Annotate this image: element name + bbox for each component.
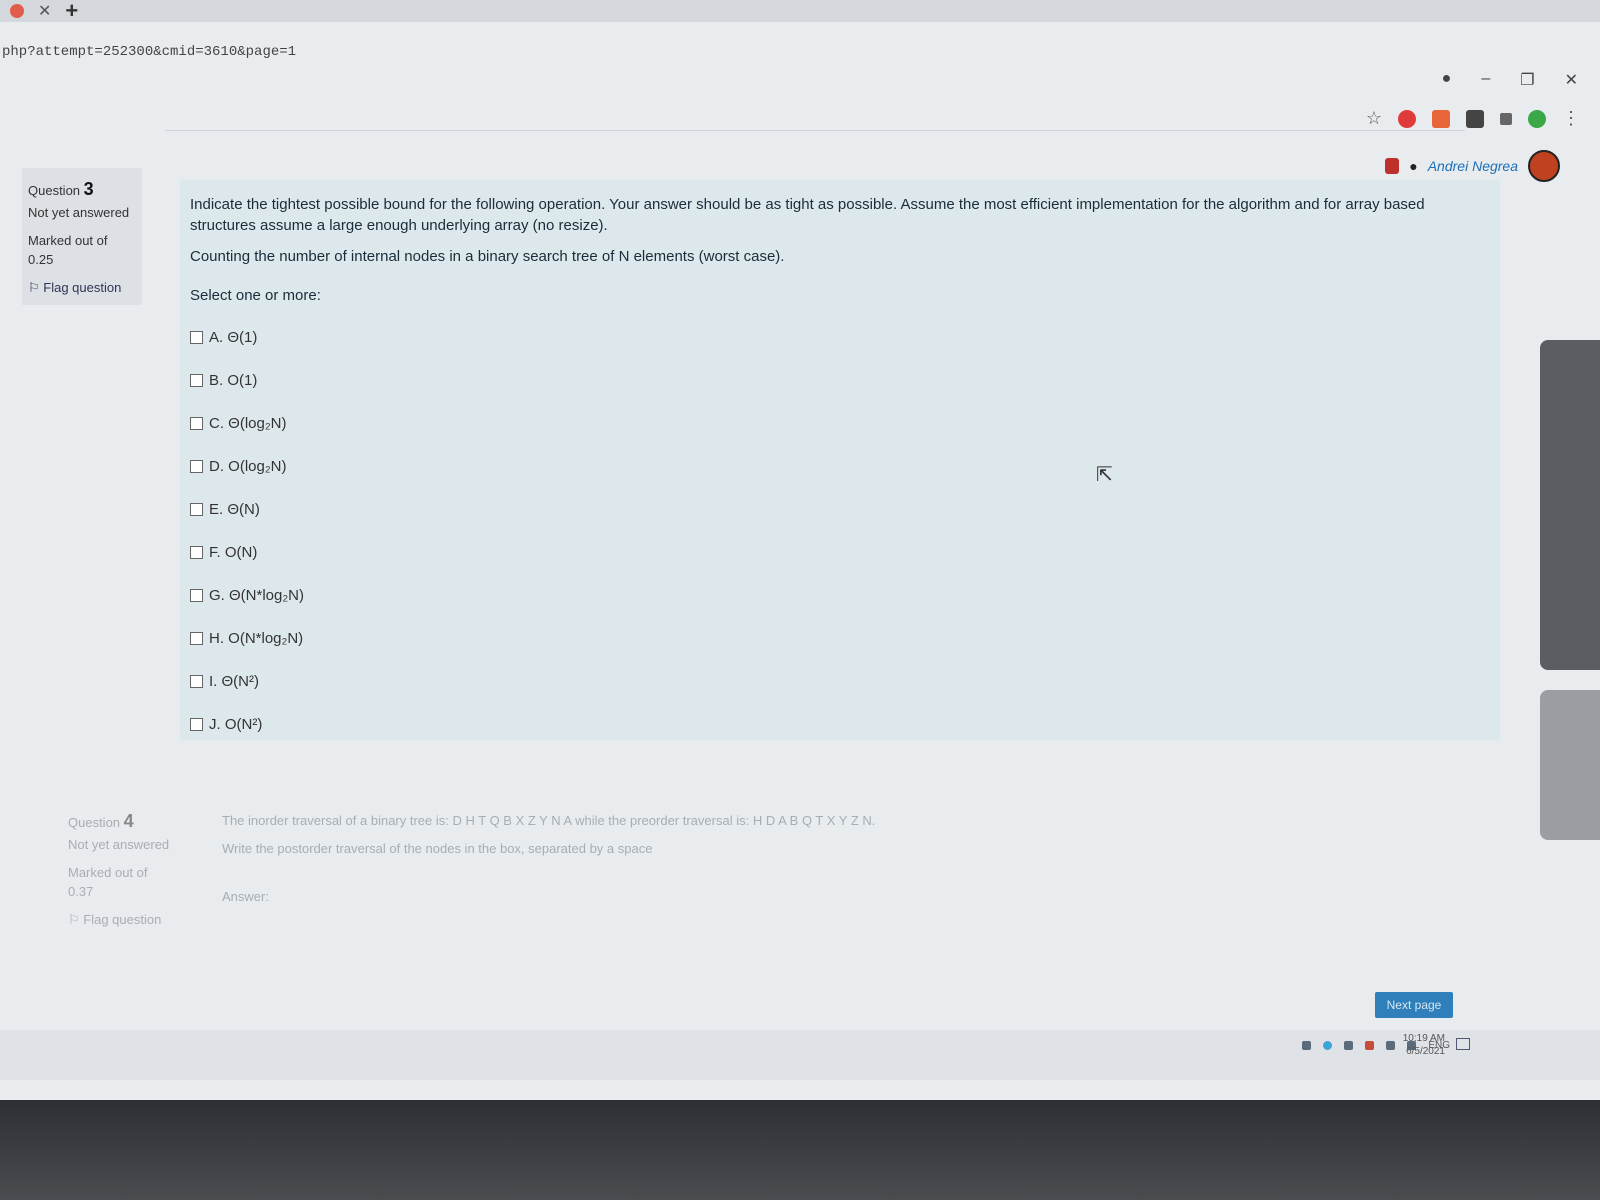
question-label: Question: [28, 183, 81, 198]
flag-icon: ⚐: [68, 911, 80, 927]
option-label: B. O(1): [209, 372, 258, 389]
user-menu: ● Andrei Negrea: [1385, 150, 1560, 182]
bookmark-star-icon[interactable]: ☆: [1366, 108, 1382, 129]
question-status: Not yet answered: [68, 837, 170, 852]
option-j[interactable]: J. O(N²): [190, 703, 1490, 746]
record-icon[interactable]: ●: [1442, 70, 1452, 90]
checkbox[interactable]: [190, 675, 203, 688]
option-label: I. Θ(N²): [209, 673, 259, 690]
checkbox[interactable]: [190, 589, 203, 602]
minimize-icon[interactable]: –: [1481, 70, 1490, 90]
question-text: Indicate the tightest possible bound for…: [190, 196, 1425, 234]
question-text: The inorder traversal of a binary tree i…: [222, 813, 876, 828]
question-status: Not yet answered: [28, 205, 130, 220]
app-red-icon[interactable]: [1365, 1041, 1375, 1050]
option-label: J. O(N²): [209, 716, 263, 733]
option-label: E. Θ(N): [209, 501, 260, 518]
flag-question-link[interactable]: ⚐ Flag question: [68, 910, 176, 930]
clock[interactable]: 10:19 AM 6/5/2021: [1403, 1032, 1445, 1058]
option-d[interactable]: D. O(log₂N): [190, 445, 1490, 488]
app-icon[interactable]: [1323, 1041, 1333, 1050]
checkbox[interactable]: [190, 417, 203, 430]
flag-icon: ⚐: [28, 279, 40, 295]
avatar[interactable]: [1528, 150, 1560, 182]
option-g[interactable]: G. Θ(N*log₂N): [190, 574, 1490, 617]
address-bar[interactable]: php?attempt=252300&cmid=3610&page=1: [0, 44, 1600, 70]
checkbox[interactable]: [190, 632, 203, 645]
option-label: D. O(log₂N): [209, 458, 287, 475]
checkbox[interactable]: [190, 374, 203, 387]
network-icon[interactable]: [1386, 1041, 1396, 1050]
extensions-puzzle-icon[interactable]: [1500, 112, 1512, 125]
new-tab-icon[interactable]: +: [65, 0, 78, 24]
question-instruction: Write the postorder traversal of the nod…: [222, 841, 653, 857]
restore-icon[interactable]: ❐: [1520, 70, 1534, 90]
question-number: 4: [123, 811, 134, 831]
notification-bell-icon[interactable]: [1385, 158, 1400, 174]
option-e[interactable]: E. Θ(N): [190, 488, 1490, 531]
clock-date: 6/5/2021: [1406, 1046, 1445, 1057]
checkbox[interactable]: [190, 460, 203, 473]
answer-label: Answer:: [222, 889, 269, 905]
headset-icon[interactable]: [1302, 1041, 1312, 1050]
checkbox[interactable]: [190, 718, 203, 731]
option-h[interactable]: H. O(N*log₂N): [190, 617, 1490, 660]
checkbox[interactable]: [190, 503, 203, 516]
side-panel-edge: [1540, 690, 1600, 840]
question-number: 3: [83, 179, 94, 199]
question-operation: Counting the number of internal nodes in…: [190, 248, 785, 265]
mouse-cursor-icon: ⇱: [1096, 464, 1113, 486]
header-divider: [165, 130, 1465, 131]
question-info-4: Question 4 Not yet answered Marked out o…: [62, 800, 182, 937]
question-content-4: The inorder traversal of a binary tree i…: [212, 798, 1532, 918]
option-f[interactable]: F. O(N): [190, 531, 1490, 574]
close-window-icon[interactable]: ✕: [1565, 70, 1578, 90]
menu-dots-icon[interactable]: ⋮: [1562, 108, 1580, 129]
notification-center-icon[interactable]: [1456, 1038, 1470, 1050]
tab-favicon-icon: [10, 4, 24, 18]
option-label: F. O(N): [209, 544, 258, 561]
user-name[interactable]: Andrei Negrea: [1428, 158, 1518, 174]
next-page-button[interactable]: Next page: [1375, 992, 1453, 1018]
question-marks: Marked out of 0.37: [68, 864, 148, 900]
printer-icon[interactable]: [1344, 1041, 1354, 1050]
taskbar: ENG 10:19 AM 6/5/2021: [0, 1030, 1600, 1080]
question-content-3: Indicate the tightest possible bound for…: [180, 180, 1500, 740]
flag-question-link[interactable]: ⚐ Flag question: [28, 278, 136, 298]
window-controls: ● – ❐ ✕: [1442, 70, 1578, 90]
monitor-screen: ✕ + php?attempt=252300&cmid=3610&page=1 …: [0, 0, 1600, 1100]
question-marks: Marked out of 0.25: [28, 232, 108, 268]
checkbox[interactable]: [190, 331, 203, 344]
side-panel-edge: [1540, 340, 1600, 670]
option-label: H. O(N*log₂N): [209, 630, 304, 647]
answer-options: A. Θ(1) B. O(1) C. Θ(log₂N) D. O(log₂N) …: [190, 316, 1490, 746]
checkbox[interactable]: [190, 546, 203, 559]
option-c[interactable]: C. Θ(log₂N): [190, 402, 1490, 445]
profile-green-icon[interactable]: [1528, 109, 1546, 128]
extension-dark-icon[interactable]: [1466, 109, 1484, 128]
option-label: C. Θ(log₂N): [209, 415, 287, 432]
flag-question-label: Flag question: [83, 911, 162, 927]
option-a[interactable]: A. Θ(1): [190, 316, 1490, 359]
option-b[interactable]: B. O(1): [190, 359, 1490, 402]
answer-prompt: Select one or more:: [190, 287, 321, 304]
flag-question-label: Flag question: [43, 279, 122, 295]
tab-close-icon[interactable]: ✕: [38, 1, 51, 21]
extensions-bar: ☆ ⋮: [1366, 108, 1580, 129]
desk-background: [0, 1100, 1600, 1200]
option-label: G. Θ(N*log₂N): [209, 587, 305, 604]
question-info-3: Question 3 Not yet answered Marked out o…: [22, 168, 142, 305]
clock-time: 10:19 AM: [1402, 1033, 1445, 1044]
option-i[interactable]: I. Θ(N²): [190, 660, 1490, 703]
option-label: A. Θ(1): [209, 329, 258, 346]
question-label: Question: [68, 815, 121, 830]
browser-tabstrip: ✕ +: [0, 0, 1600, 24]
messages-icon[interactable]: ●: [1409, 158, 1417, 174]
extension-orange-icon[interactable]: [1432, 109, 1450, 128]
extension-red-icon[interactable]: [1398, 109, 1416, 128]
